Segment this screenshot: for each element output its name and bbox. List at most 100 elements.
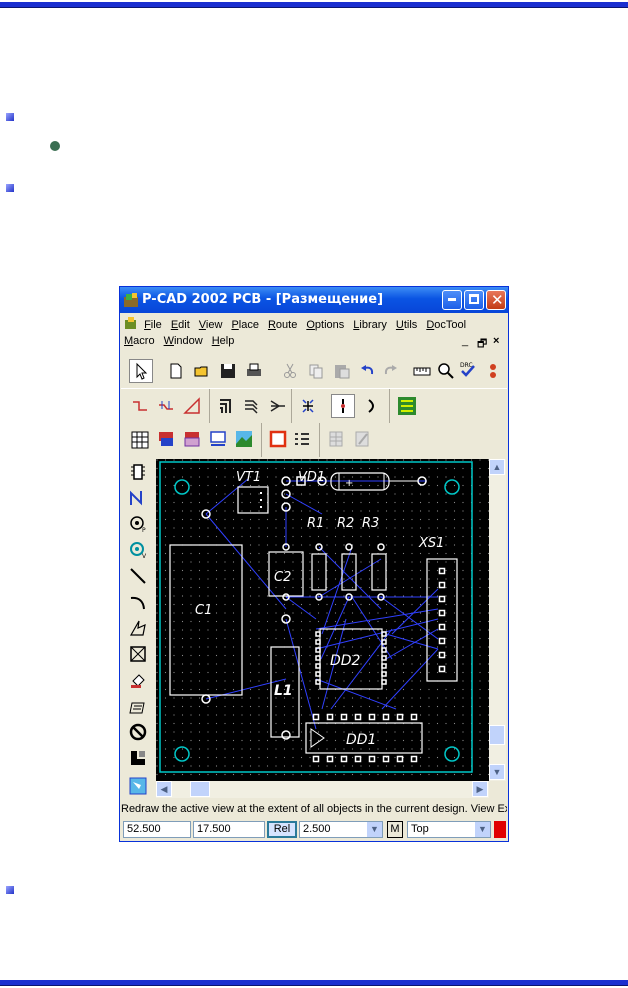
l1-label: L1 [274, 683, 293, 699]
top-rule [0, 2, 628, 8]
route-toolbar [123, 389, 423, 423]
scroll-thumb-h[interactable] [190, 781, 210, 797]
close-button[interactable]: ✕ [486, 290, 506, 310]
mdi-close[interactable]: × [493, 335, 499, 347]
menu-library[interactable]: Library [353, 319, 387, 331]
layer-color-swatch [494, 821, 506, 838]
grid-select[interactable]: 2.500 ▼ [299, 821, 383, 838]
polygon-icon[interactable] [129, 619, 147, 637]
mdi-minimize[interactable]: _ [462, 335, 468, 347]
undo-icon[interactable] [359, 362, 377, 380]
scroll-up-button[interactable]: ▲ [489, 459, 505, 475]
menu-window[interactable]: Window [164, 335, 203, 347]
menu-file[interactable]: File [144, 319, 162, 331]
bus-route-icon[interactable] [243, 397, 261, 415]
table-disabled-icon[interactable] [327, 430, 345, 448]
pcb-canvas[interactable]: VT1 VD1 + R1 R2 R3 XS1 C2 C1 DD2 L1 DD1 [156, 459, 489, 781]
copper-icon[interactable] [129, 749, 147, 767]
dd2-label: DD2 [330, 653, 361, 669]
menu-view[interactable]: View [199, 319, 223, 331]
grid-icon[interactable] [131, 431, 149, 449]
copper-pour-icon[interactable] [397, 396, 417, 416]
layer-value: Top [411, 823, 429, 835]
menu-macro[interactable]: Macro [124, 335, 155, 347]
view-icon[interactable] [129, 777, 147, 795]
vt1-label: VT1 [236, 470, 261, 485]
mdi-restore[interactable]: 🗗 [477, 335, 487, 354]
keepout-icon[interactable] [129, 645, 147, 663]
bullet-square-2 [6, 184, 14, 192]
menu-utils[interactable]: Utils [396, 319, 417, 331]
board-outline-icon[interactable] [269, 430, 287, 448]
select-arrow-icon[interactable] [129, 359, 153, 383]
cut-icon[interactable] [281, 362, 299, 380]
scroll-left-button[interactable]: ◀ [156, 781, 172, 797]
copy-icon[interactable] [307, 362, 325, 380]
delete-icon[interactable] [129, 723, 147, 741]
y-coordinate-field[interactable]: 17.500 [193, 821, 265, 838]
layers-icon[interactable] [157, 430, 175, 448]
overflow-icon[interactable] [487, 362, 499, 380]
multi-trace-icon[interactable] [217, 397, 235, 415]
menu-doctool[interactable]: DocTool [426, 319, 466, 331]
bullet-circle [50, 141, 60, 151]
title-bar[interactable]: P-CAD 2002 PCB - [Размещение] ✕ [120, 287, 508, 313]
m-button[interactable]: M [387, 821, 403, 838]
menu-edit[interactable]: Edit [171, 319, 190, 331]
x-coordinate-field[interactable]: 52.500 [123, 821, 191, 838]
glue-route-icon[interactable] [331, 394, 355, 418]
xs1-label: XS1 [418, 536, 444, 551]
app-icon [124, 293, 138, 307]
layer-dropdown-icon[interactable]: ▼ [475, 822, 490, 837]
grid-dropdown-icon[interactable]: ▼ [367, 822, 382, 837]
menu-help[interactable]: Help [212, 335, 235, 347]
fanout-icon[interactable] [269, 397, 287, 415]
pad-icon[interactable]: P [129, 515, 147, 533]
layer-select[interactable]: Top ▼ [407, 821, 491, 838]
layer-set-icon[interactable] [183, 430, 201, 448]
miter-route-icon[interactable] [183, 397, 201, 415]
menu-place[interactable]: Place [231, 319, 259, 331]
paste-icon[interactable] [333, 362, 351, 380]
line-icon[interactable] [129, 567, 147, 585]
route-icon[interactable] [129, 489, 147, 507]
component-icon[interactable] [129, 463, 147, 481]
drc-icon[interactable]: DRC [459, 360, 477, 378]
bottom-rule [0, 980, 628, 986]
pcad-window: P-CAD 2002 PCB - [Размещение] ✕ File Edit… [119, 286, 509, 842]
text-icon[interactable] [129, 697, 147, 715]
rel-button[interactable]: Rel [267, 821, 297, 838]
table-edit-disabled-icon[interactable] [353, 430, 371, 448]
grid-value: 2.500 [303, 823, 331, 835]
menu-route[interactable]: Route [268, 319, 297, 331]
save-icon[interactable] [219, 362, 237, 380]
interactive-route-icon[interactable] [157, 397, 175, 415]
vertical-scrollbar[interactable]: ▲ ▼ [489, 459, 506, 781]
view-toolbar [123, 423, 393, 457]
open-icon[interactable] [193, 362, 211, 380]
bullet-square-3 [6, 886, 14, 894]
redo-icon[interactable] [381, 362, 399, 380]
new-icon[interactable] [167, 362, 185, 380]
horizontal-scrollbar[interactable]: ◀ ▶ [156, 781, 489, 798]
c1-label: C1 [195, 603, 212, 618]
scroll-right-button[interactable]: ▶ [472, 781, 488, 797]
maximize-button[interactable] [464, 290, 484, 310]
manual-route-icon[interactable] [131, 397, 149, 415]
scroll-thumb-v[interactable] [489, 725, 505, 745]
arc-route-icon[interactable] [363, 397, 381, 415]
minimize-button[interactable] [442, 290, 462, 310]
display-icon[interactable] [209, 430, 227, 448]
print-icon[interactable] [245, 362, 263, 380]
measure-icon[interactable] [413, 362, 431, 380]
menu-options[interactable]: Options [306, 319, 344, 331]
list-icon[interactable] [293, 430, 311, 448]
picture-icon[interactable] [235, 430, 253, 448]
arc-icon[interactable] [129, 593, 147, 611]
menu-bar: File Edit View Place Route Options Library Util… [124, 317, 504, 333]
fill-icon[interactable] [129, 671, 147, 689]
scroll-down-button[interactable]: ▼ [489, 764, 505, 780]
autoroute-icon[interactable] [299, 397, 317, 415]
via-icon[interactable]: V [129, 541, 147, 559]
zoom-icon[interactable] [437, 362, 455, 380]
